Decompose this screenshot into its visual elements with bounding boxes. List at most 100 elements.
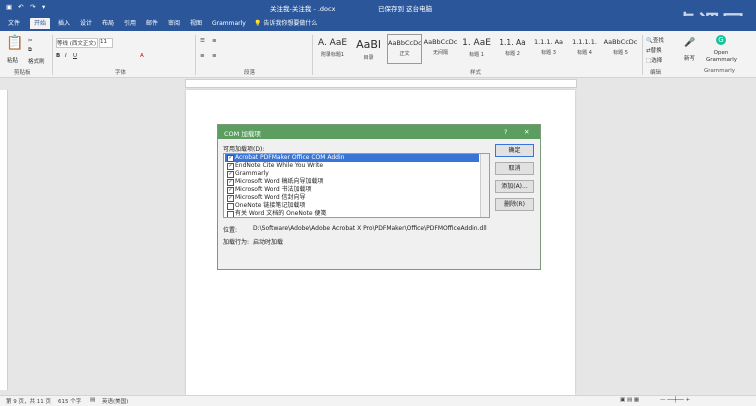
font-name-select[interactable]: 等线 (西文正文) — [56, 38, 98, 48]
divider — [312, 35, 313, 75]
style-appendix-title[interactable]: A. AaE 附录标题1 — [315, 34, 350, 64]
tab-home[interactable]: 开始 — [30, 18, 51, 29]
grammarly-icon[interactable]: G — [716, 35, 726, 45]
dialog-title-bar[interactable]: COM 加载项 ? ✕ — [218, 125, 540, 139]
checkbox-manuscript-wizard[interactable]: ✓ — [227, 179, 234, 186]
view-mode-icons[interactable]: ▣ ▤ ▦ — [620, 397, 639, 403]
tell-me-box[interactable]: 💡 告诉我你想要做什么 — [250, 18, 321, 29]
style-normal[interactable]: AaBbCcDc 正文 — [387, 34, 422, 64]
style-heading-4[interactable]: 1.1.1.1. 标题 4 — [567, 34, 602, 64]
checkbox-envelope-wizard[interactable]: ✓ — [227, 195, 234, 202]
location-label: 位置: — [223, 227, 238, 234]
checkbox-endnote[interactable]: ✓ — [227, 163, 234, 170]
divider — [642, 35, 643, 75]
list-item[interactable]: OneNote 链接笔记加载项 — [225, 202, 479, 210]
editing-group-label: 编辑 — [650, 70, 662, 76]
tab-design[interactable]: 设计 — [76, 18, 96, 29]
replace-button[interactable]: ⇄替换 — [646, 46, 662, 54]
align-left-icon[interactable]: ≡ — [200, 53, 205, 59]
list-label: 可用加载项(D): — [223, 146, 265, 153]
search-icon: 🔍 — [646, 38, 653, 44]
list-item[interactable]: 有关 Word 文档的 OneNote 便笺 — [225, 210, 479, 217]
paste-label[interactable]: 粘贴 — [7, 56, 18, 64]
divider — [195, 35, 196, 75]
numbering-icon[interactable]: ≡ — [212, 38, 217, 44]
checkbox-grammarly[interactable]: ✓ — [227, 171, 234, 178]
customize-icon[interactable]: ▾ — [42, 3, 45, 11]
tab-references[interactable]: 引用 — [120, 18, 140, 29]
font-color-icon[interactable]: A — [140, 53, 144, 59]
dialog-title: COM 加载项 — [224, 130, 261, 138]
checkbox-calligraphy[interactable]: ✓ — [227, 187, 234, 194]
vertical-ruler[interactable] — [0, 90, 8, 390]
find-button[interactable]: 🔍查找 — [646, 36, 664, 44]
style-heading-3[interactable]: 1.1.1. Aa 标题 3 — [531, 34, 566, 64]
styles-group-label: 样式 — [470, 70, 482, 76]
cancel-button[interactable]: 取消 — [495, 162, 534, 175]
copy-icon[interactable]: ⧉ — [28, 47, 32, 54]
format-painter-button[interactable]: 格式刷 — [28, 57, 45, 65]
save-status: 已保存到 这台电脑 — [378, 5, 433, 13]
list-item[interactable]: ✓ Acrobat PDFMaker Office COM Addin — [225, 154, 479, 162]
com-addins-dialog: COM 加载项 ? ✕ 可用加载项(D): ✓ Acrobat PDFMaker … — [217, 124, 541, 270]
close-icon[interactable]: ✕ — [524, 128, 529, 136]
list-item[interactable]: ✓ Microsoft Word 信封向导 — [225, 194, 479, 202]
bullets-icon[interactable]: ☰ — [200, 38, 205, 44]
remove-button[interactable]: 删除(R) — [495, 198, 534, 211]
open-grammarly-button[interactable]: Open Grammarly — [706, 50, 737, 64]
zoom-slider[interactable]: — ──┼── + — [660, 397, 690, 403]
list-item[interactable]: ✓ Microsoft Word 稿纸向导加载项 — [225, 178, 479, 186]
underline-button[interactable]: U — [73, 53, 77, 59]
microphone-icon[interactable]: 🎤 — [684, 38, 695, 48]
checkbox-onenote-notes[interactable] — [227, 211, 234, 217]
word-count[interactable]: 615 个字 — [58, 397, 81, 405]
cut-icon[interactable]: ✂ — [28, 38, 33, 44]
proofing-icon[interactable]: ▤ — [90, 397, 95, 403]
list-item[interactable]: ✓ Microsoft Word 书法加载项 — [225, 186, 479, 194]
language[interactable]: 英语(美国) — [102, 397, 128, 405]
align-center-icon[interactable]: ≡ — [212, 53, 217, 59]
clipboard-group-label: 剪贴板 — [14, 70, 31, 76]
tab-review[interactable]: 审阅 — [164, 18, 184, 29]
tab-mailings[interactable]: 邮件 — [142, 18, 162, 29]
checkbox-onenote-linked[interactable] — [227, 203, 234, 210]
tab-view[interactable]: 视图 — [186, 18, 206, 29]
new-write-button[interactable]: 新写 — [684, 54, 695, 62]
save-icon[interactable]: ▣ — [6, 3, 12, 11]
tab-layout[interactable]: 布局 — [98, 18, 118, 29]
paste-icon[interactable]: 📋 — [6, 35, 23, 51]
divider — [52, 35, 53, 75]
ok-button[interactable]: 确定 — [495, 144, 534, 157]
tab-insert[interactable]: 插入 — [54, 18, 74, 29]
document-title: 关注我-关注我 - .docx — [270, 5, 336, 13]
style-no-spacing[interactable]: AaBbCcDc 无间隔 — [423, 34, 458, 64]
undo-icon[interactable]: ↶ — [18, 3, 23, 11]
style-heading-5[interactable]: AaBbCcDc 标题 5 — [603, 34, 638, 64]
select-button[interactable]: ⬚选择 — [646, 56, 662, 64]
style-heading-2[interactable]: 1.1. Aa 标题 2 — [495, 34, 530, 64]
grammarly-group-label: Grammarly — [704, 68, 736, 74]
list-scrollbar[interactable] — [480, 154, 489, 217]
bold-button[interactable]: B — [56, 53, 60, 59]
style-heading-1[interactable]: 1. AaE 标题 1 — [459, 34, 494, 64]
page-count[interactable]: 第 9 页，共 11 页 — [6, 397, 51, 405]
font-size-select[interactable]: 11 — [99, 38, 113, 48]
style-toc[interactable]: AaBl 目录 — [351, 34, 386, 64]
paragraph-group-label: 段落 — [244, 70, 256, 76]
addins-list[interactable]: ✓ Acrobat PDFMaker Office COM Addin ✓ EndN… — [223, 153, 490, 218]
checkbox-acrobat[interactable]: ✓ — [227, 155, 234, 162]
tab-file[interactable]: 文件 — [4, 18, 24, 29]
redo-icon[interactable]: ↷ — [30, 3, 35, 11]
tab-grammarly[interactable]: Grammarly — [208, 18, 250, 29]
list-item[interactable]: ✓ EndNote Cite While You Write — [225, 162, 479, 170]
add-button[interactable]: 添加(A)... — [495, 180, 534, 193]
italic-button[interactable]: I — [65, 53, 67, 59]
title-bar: ▣ ↶ ↷ ▾ 关注我-关注我 - .docx 已保存到 这台电脑 虎课网 — [0, 0, 756, 37]
help-icon[interactable]: ? — [504, 128, 507, 136]
list-item[interactable]: ✓ Grammarly — [225, 170, 479, 178]
status-bar: 第 9 页，共 11 页 615 个字 ▤ 英语(美国) ▣ ▤ ▦ — ──┼… — [0, 395, 756, 406]
horizontal-ruler[interactable] — [185, 79, 577, 88]
location-value: D:\Software\Adobe\Adobe Acrobat X Pro\PD… — [253, 225, 487, 232]
lightbulb-icon: 💡 — [254, 20, 262, 27]
tell-me-text: 告诉我你想要做什么 — [263, 20, 318, 27]
